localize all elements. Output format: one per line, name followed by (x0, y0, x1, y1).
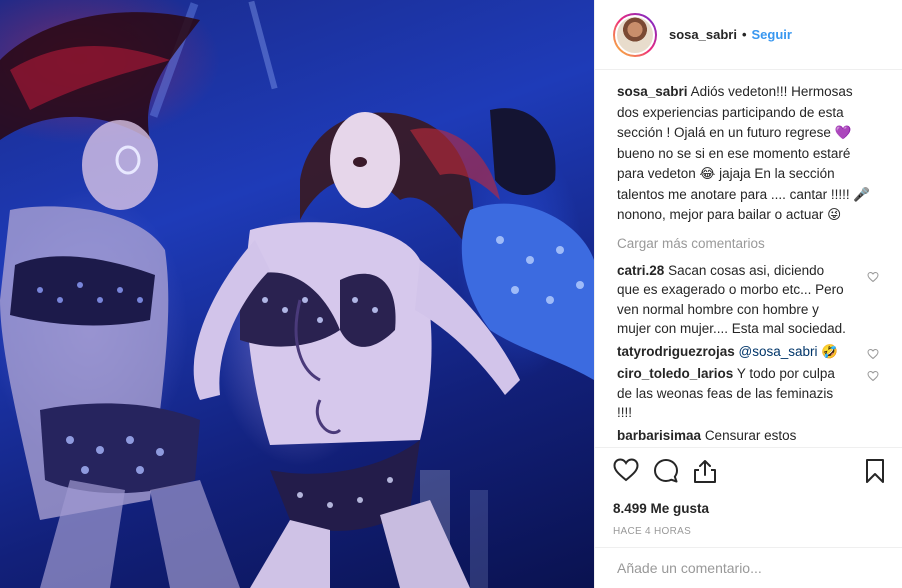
comment-like-heart-icon[interactable] (867, 368, 879, 388)
post-actions: 8.499 Me gusta HACE 4 HORAS (595, 447, 902, 547)
add-comment-bar (595, 547, 902, 588)
caption-text: Adiós vedeton!!! Hermosas dos experienci… (617, 84, 871, 222)
likes-count[interactable]: 8.499 Me gusta (613, 501, 885, 516)
comment-item: barbarisimaa Censurar estos espacios me … (617, 426, 881, 448)
avatar[interactable] (613, 12, 657, 57)
bookmark-icon[interactable] (865, 458, 885, 487)
comments-list[interactable]: sosa_sabri Adiós vedeton!!! Hermosas dos… (595, 72, 902, 447)
comment-item: catri.28 Sacan cosas asi, diciendo que e… (617, 261, 881, 339)
comment-like-heart-icon[interactable] (867, 346, 879, 366)
post-photo[interactable] (0, 0, 594, 588)
comment-username[interactable]: catri.28 (617, 263, 664, 278)
comment-item: tatyrodriguezrojas @sosa_sabri 🤣 (617, 342, 881, 362)
separator-dot: • (741, 27, 747, 42)
post-caption: sosa_sabri Adiós vedeton!!! Hermosas dos… (617, 82, 881, 226)
post-username[interactable]: sosa_sabri (669, 27, 737, 42)
follow-button[interactable]: Seguir (752, 27, 792, 42)
action-icons (613, 457, 885, 487)
load-more-comments-button[interactable]: Cargar más comentarios (617, 236, 881, 251)
post-photo-art (0, 0, 594, 588)
caption-username[interactable]: sosa_sabri (617, 84, 688, 99)
comment-icon[interactable] (653, 458, 679, 487)
avatar-image (615, 14, 655, 55)
post-side-panel: sosa_sabri • Seguir sosa_sabri Adiós ved… (594, 0, 902, 588)
comment-mention[interactable]: @sosa_sabri (739, 344, 818, 359)
comment-username[interactable]: tatyrodriguezrojas (617, 344, 735, 359)
comment-text: 🤣 (821, 343, 839, 359)
add-comment-input[interactable] (617, 560, 881, 576)
post-header: sosa_sabri • Seguir (595, 0, 902, 70)
comment-username[interactable]: barbarisimaa (617, 428, 701, 443)
comment-username[interactable]: ciro_toledo_larios (617, 366, 733, 381)
comment-like-heart-icon[interactable] (867, 269, 879, 289)
share-icon[interactable] (693, 458, 717, 487)
post-timestamp[interactable]: HACE 4 HORAS (613, 526, 885, 537)
heart-icon[interactable] (613, 457, 639, 487)
comment-item: ciro_toledo_larios Y todo por culpa de l… (617, 364, 881, 423)
